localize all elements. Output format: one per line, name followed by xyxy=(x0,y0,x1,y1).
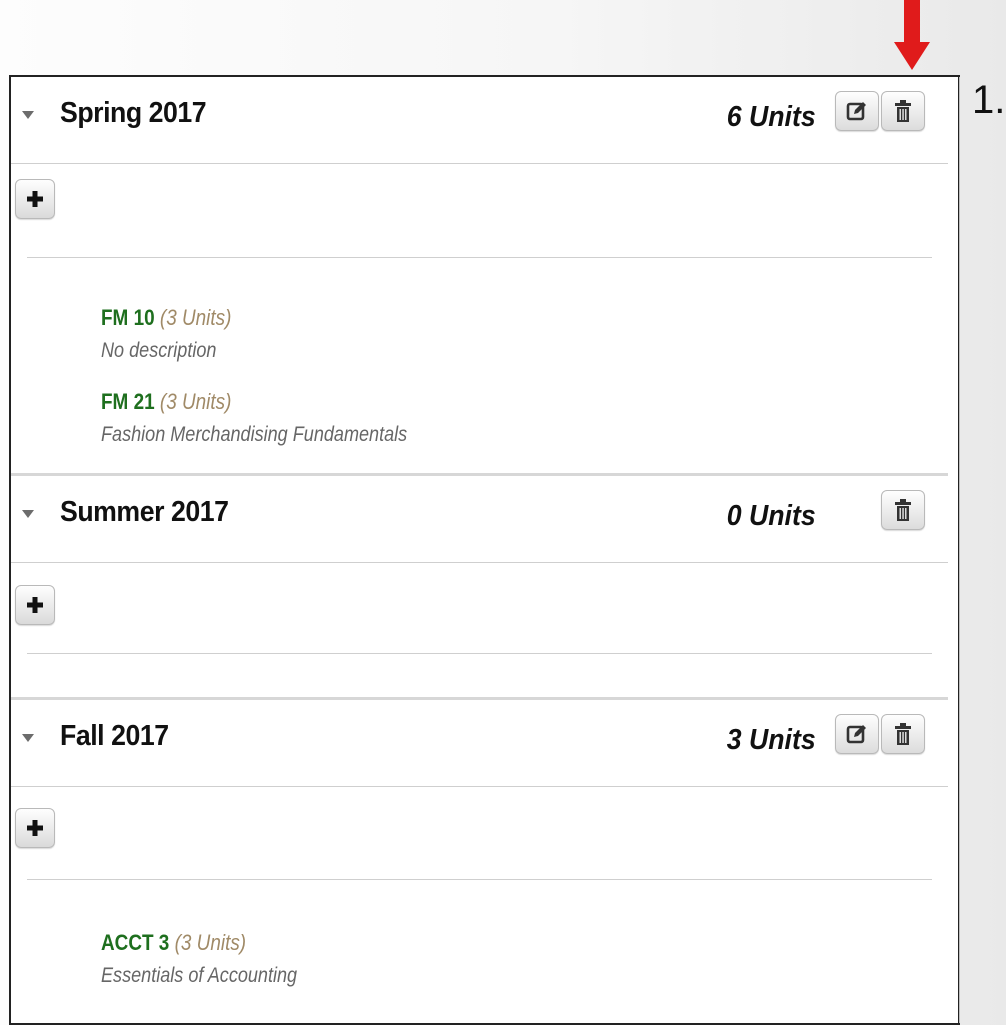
term-units: 3 Units xyxy=(727,724,816,756)
course-item: FM 10 (3 Units) No description xyxy=(101,305,253,363)
term-header: Spring 2017 6 Units xyxy=(11,77,948,164)
delete-term-button[interactable] xyxy=(881,490,925,530)
plus-icon xyxy=(27,820,43,836)
trash-icon xyxy=(895,499,911,521)
course-item: FM 21 (3 Units) Fashion Merchandising Fu… xyxy=(101,389,457,447)
caret-down-icon[interactable] xyxy=(22,111,34,119)
course-units: (3 Units) xyxy=(174,930,247,955)
term-title: Summer 2017 xyxy=(60,496,229,528)
course-units: (3 Units) xyxy=(159,305,232,330)
course-code[interactable]: ACCT 3 xyxy=(101,930,169,955)
section-divider xyxy=(27,653,932,654)
course-code[interactable]: FM 21 xyxy=(101,389,155,414)
add-course-button[interactable] xyxy=(15,585,55,625)
term-units: 0 Units xyxy=(727,500,816,532)
term-planner-panel: Spring 2017 6 Units FM 10 (3 Units) No d… xyxy=(9,75,960,1025)
course-description: No description xyxy=(101,339,217,362)
caret-down-icon[interactable] xyxy=(22,734,34,742)
edit-term-button[interactable] xyxy=(835,714,879,754)
course-item: ACCT 3 (3 Units) Essentials of Accountin… xyxy=(101,930,329,988)
delete-term-button[interactable] xyxy=(881,714,925,754)
term-units: 6 Units xyxy=(727,101,816,133)
term-section-fall-2017: Fall 2017 3 Units ACCT 3 (3 Units) Essen… xyxy=(11,700,948,987)
term-title: Fall 2017 xyxy=(60,720,169,752)
edit-icon xyxy=(846,725,866,744)
delete-term-button[interactable] xyxy=(881,91,925,131)
plus-icon xyxy=(27,597,43,613)
term-title: Spring 2017 xyxy=(60,97,207,129)
plus-icon xyxy=(27,191,43,207)
edit-icon xyxy=(846,102,866,121)
course-units: (3 Units) xyxy=(159,389,232,414)
course-code[interactable]: FM 10 xyxy=(101,305,155,330)
edit-term-button[interactable] xyxy=(835,91,879,131)
section-divider xyxy=(27,257,932,258)
course-description: Fashion Merchandising Fundamentals xyxy=(101,423,408,446)
trash-icon xyxy=(895,723,911,745)
term-header: Fall 2017 3 Units xyxy=(11,700,948,787)
trash-icon xyxy=(895,100,911,122)
panel-divider xyxy=(959,77,960,1023)
term-section-spring-2017: Spring 2017 6 Units FM 10 (3 Units) No d… xyxy=(11,77,948,446)
add-course-button[interactable] xyxy=(15,808,55,848)
section-divider xyxy=(27,879,932,880)
course-description: Essentials of Accounting xyxy=(101,964,298,987)
add-course-button[interactable] xyxy=(15,179,55,219)
caret-down-icon[interactable] xyxy=(22,510,34,518)
term-section-summer-2017: Summer 2017 0 Units xyxy=(11,476,948,654)
step-number: 1. xyxy=(972,78,1006,122)
annotation-arrow-icon xyxy=(894,0,930,70)
term-header: Summer 2017 0 Units xyxy=(11,476,948,563)
